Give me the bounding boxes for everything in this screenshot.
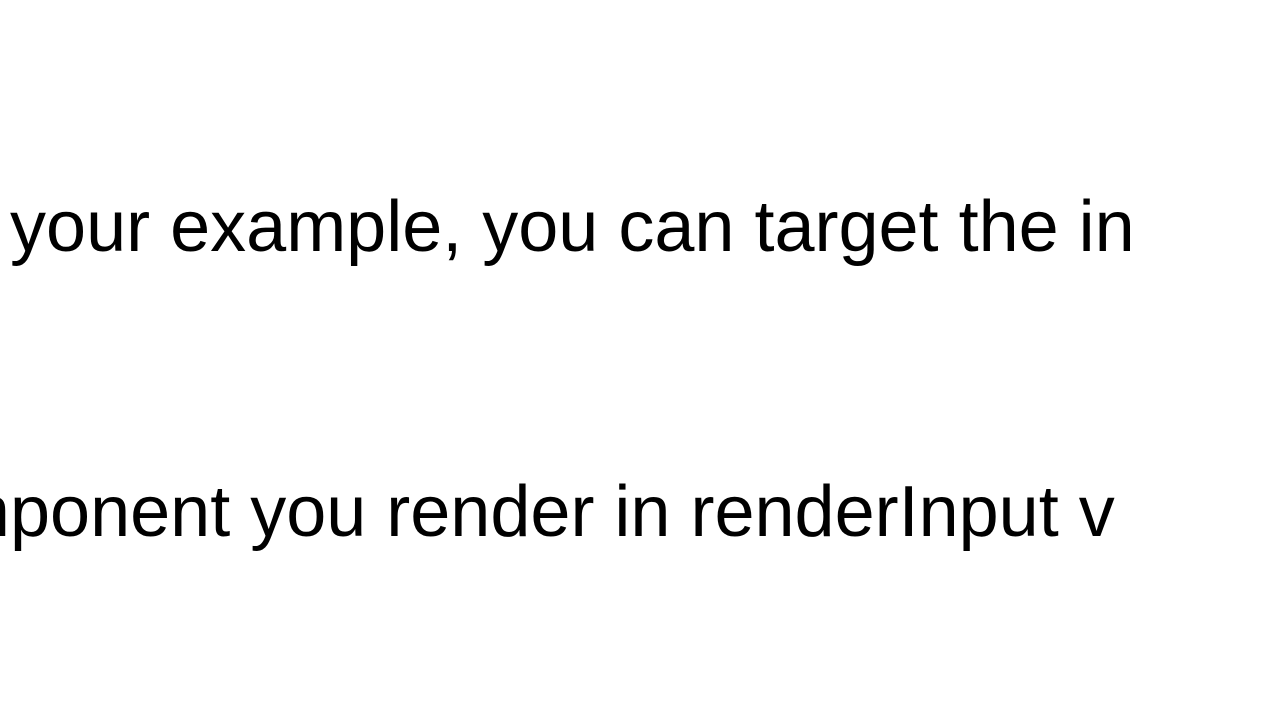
document-viewport: n your example, you can target the in mp… [0, 0, 1280, 720]
text-line: n your example, you can target the in [0, 180, 1280, 275]
text-line: mponent you render in renderInput v [0, 465, 1280, 560]
text-block: n your example, you can target the in mp… [0, 0, 1280, 720]
